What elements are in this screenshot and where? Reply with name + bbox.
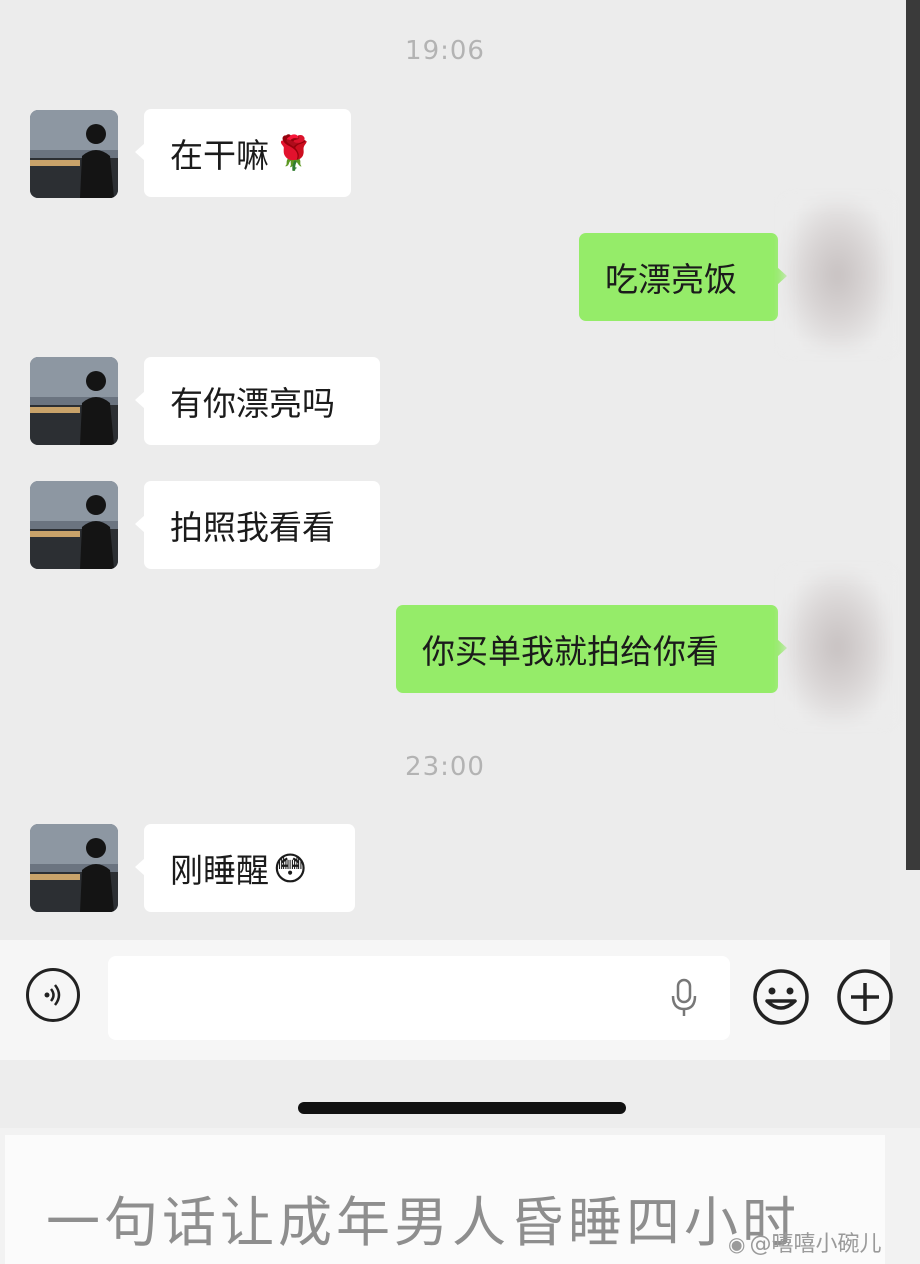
received-message[interactable]: 有你漂亮吗 [135, 357, 380, 445]
sent-message[interactable]: 你买单我就拍给你看 [396, 605, 787, 693]
watermark-text: @嘻嘻小碗儿 [749, 1232, 882, 1257]
voice-toggle-icon[interactable] [26, 968, 80, 1022]
contact-avatar[interactable] [30, 357, 118, 445]
message-text: 在干嘛 [170, 136, 269, 175]
my-avatar-blurred[interactable] [785, 572, 890, 722]
message-input[interactable] [108, 956, 730, 1040]
timestamp: 19:06 [405, 36, 485, 66]
contact-avatar[interactable] [30, 110, 118, 198]
plus-icon[interactable] [836, 968, 894, 1030]
received-message[interactable]: 刚睡醒 😳 [135, 824, 355, 912]
message-text: 有你漂亮吗 [170, 384, 335, 423]
my-avatar-blurred[interactable] [785, 200, 890, 350]
weibo-logo-icon: ◉ [728, 1232, 746, 1256]
contact-avatar[interactable] [30, 824, 118, 912]
message-text: 你买单我就拍给你看 [422, 632, 719, 671]
microphone-icon[interactable] [668, 978, 700, 1022]
chat-area: 19:06 在干嘛 🌹 吃漂亮饭 有你漂亮吗 拍照我看看 你买单我就拍给你看 2… [0, 0, 890, 940]
flushed-emoji: 😳 [273, 848, 308, 888]
rose-emoji: 🌹 [273, 133, 315, 172]
message-text: 吃漂亮饭 [605, 260, 737, 299]
timestamp: 23:00 [405, 752, 485, 782]
watermark: ◉ @嘻嘻小碗儿 [728, 1226, 881, 1258]
message-text: 拍照我看看 [170, 508, 335, 547]
contact-avatar[interactable] [30, 481, 118, 569]
sent-message[interactable]: 吃漂亮饭 [579, 233, 787, 321]
adjacent-image-edge [906, 870, 920, 1150]
received-message[interactable]: 拍照我看看 [135, 481, 380, 569]
caption-text: 一句话让成年男人昏睡四小时 [46, 1191, 800, 1254]
emoji-icon[interactable] [752, 968, 810, 1030]
home-indicator[interactable] [298, 1102, 626, 1114]
received-message[interactable]: 在干嘛 🌹 [135, 109, 351, 197]
adjacent-image-edge [906, 0, 920, 870]
message-text: 刚睡醒 [170, 851, 269, 890]
